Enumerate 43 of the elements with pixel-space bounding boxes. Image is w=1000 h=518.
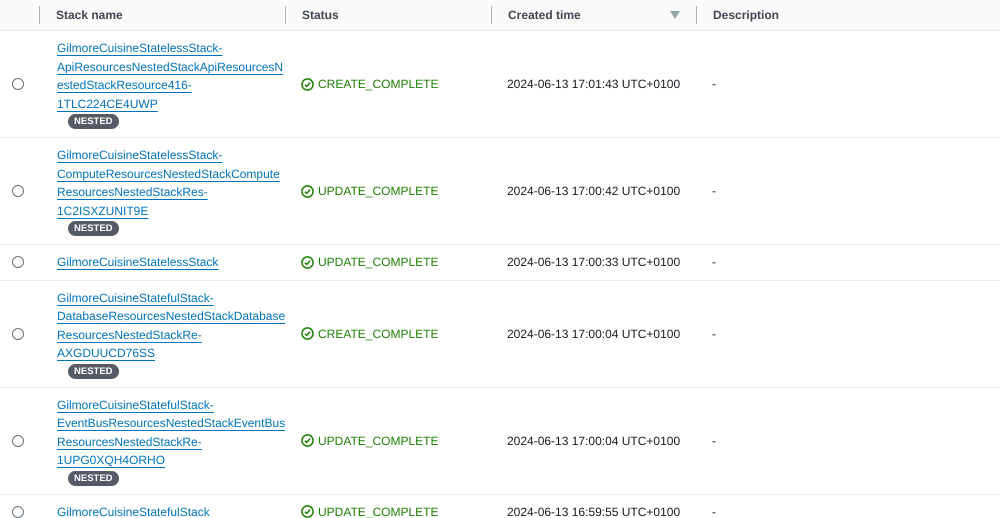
description-text: - xyxy=(712,504,716,518)
description-text: - xyxy=(712,326,716,340)
status-text: UPDATE_COMPLETE xyxy=(318,184,438,198)
check-circle-icon xyxy=(301,184,314,198)
created-time: 2024-06-13 17:01:43 UTC+0100 xyxy=(507,77,680,91)
column-header[interactable]: Created time xyxy=(508,8,670,22)
check-circle-icon xyxy=(301,434,314,447)
created-time: 2024-06-13 17:00:04 UTC+0100 xyxy=(507,434,680,448)
radio-button[interactable] xyxy=(12,328,24,340)
radio-button[interactable] xyxy=(12,434,24,446)
stack-name-link[interactable]: GilmoreCuisineStatelessStack- ComputeResourcesNestedStackCompute ResourcesNestedStackRes- 1C2ISXZUNIT9E xyxy=(57,146,280,220)
status-text: CREATE_COMPLETE xyxy=(318,326,438,340)
description-text: - xyxy=(712,434,716,448)
nested-badge: NESTED xyxy=(68,470,119,486)
stack-name-link[interactable]: GilmoreCuisineStatelessStack- ApiResourcesNestedStackApiResourcesN estedStackResource416- 1TLC224CE4UWP xyxy=(57,39,284,113)
created-time: 2024-06-13 16:59:55 UTC+0100 xyxy=(507,504,680,518)
check-circle-icon xyxy=(301,256,314,269)
nested-badge: NESTED xyxy=(68,221,119,236)
column-header[interactable]: Description xyxy=(713,8,984,22)
nested-badge: NESTED xyxy=(68,114,119,129)
stack-name-link[interactable]: GilmoreCuisineStatelessStack xyxy=(57,253,218,272)
check-circle-icon xyxy=(301,327,314,340)
radio-button[interactable] xyxy=(12,185,24,197)
stack-name-link[interactable]: GilmoreCuisineStatefulStack- EventBusResourcesNestedStackEventBus ResourcesNestedStackRe- 1UPG0XQH4ORHO xyxy=(57,396,286,470)
description-text: - xyxy=(712,184,716,198)
status-text: UPDATE_COMPLETE xyxy=(318,434,438,448)
status-text: UPDATE_COMPLETE xyxy=(318,255,438,270)
description-text: - xyxy=(712,77,716,91)
nested-badge: NESTED xyxy=(68,364,119,378)
description-text: - xyxy=(712,255,716,270)
created-time: 2024-06-13 17:00:33 UTC+0100 xyxy=(507,255,680,270)
stack-name-link[interactable]: GilmoreCuisineStatefulStack- DatabaseResourcesNestedStackDatabase ResourcesNestedStackRe- AXGDUUCD76SS xyxy=(57,288,286,362)
check-circle-icon xyxy=(301,78,314,90)
stack-name-link[interactable]: GilmoreCuisineStatefulStack xyxy=(57,502,210,518)
radio-button[interactable] xyxy=(12,78,24,90)
status-text: CREATE_COMPLETE xyxy=(318,77,438,91)
radio-button[interactable] xyxy=(12,506,24,518)
column-header[interactable]: Stack name xyxy=(56,8,269,22)
column-header[interactable]: Status xyxy=(302,8,475,22)
created-time: 2024-06-13 17:00:04 UTC+0100 xyxy=(507,326,680,340)
radio-button[interactable] xyxy=(12,256,24,268)
status-text: UPDATE_COMPLETE xyxy=(318,504,438,518)
created-time: 2024-06-13 17:00:42 UTC+0100 xyxy=(507,184,680,198)
